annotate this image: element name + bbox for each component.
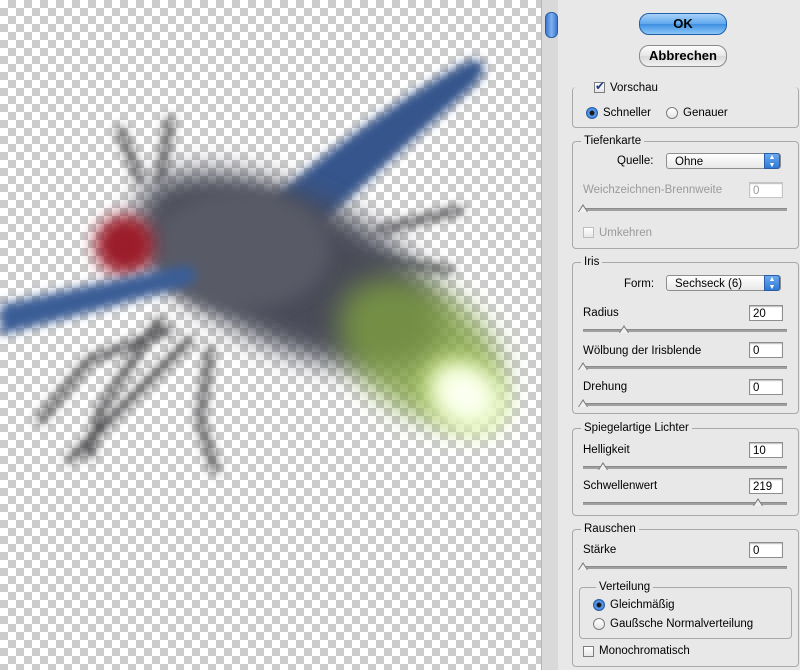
distribution-title: Verteilung [596, 580, 654, 594]
curvature-label: Wölbung der Irisblende [583, 345, 702, 357]
noise-group: Rauschen Stärke 0 Verteilung Gleichmäßig… [572, 522, 799, 667]
rotation-slider[interactable] [578, 399, 787, 407]
ok-button[interactable]: OK [639, 13, 727, 35]
radius-slider-thumb[interactable] [618, 325, 629, 333]
radio-gaussian[interactable] [593, 618, 605, 630]
monochromatic-checkbox[interactable] [583, 646, 594, 657]
iris-group: Iris Form: Sechseck (6) ▲ ▼ Radius 20 Wöl… [572, 255, 799, 414]
rotation-slider-thumb[interactable] [578, 399, 588, 407]
threshold-input[interactable]: 219 [749, 478, 783, 494]
shape-select[interactable]: Sechseck (6) ▲ ▼ [666, 275, 781, 291]
invert-label: Umkehren [599, 227, 653, 239]
brightness-label: Helligkeit [583, 444, 630, 456]
amount-slider[interactable] [578, 562, 787, 570]
cancel-button[interactable]: Abbrechen [639, 45, 727, 67]
radio-faster-label: Schneller [603, 107, 651, 119]
scrollbar-thumb[interactable] [545, 12, 558, 38]
preview-scrollbar[interactable] [541, 0, 558, 670]
brightness-slider-thumb[interactable] [598, 462, 609, 470]
brightness-slider[interactable] [583, 462, 787, 470]
brightness-input[interactable]: 10 [749, 442, 783, 458]
specular-group: Spiegelartige Lichter Helligkeit 10 Schw… [572, 421, 799, 516]
source-select-value: Ohne [675, 156, 704, 168]
focal-distance-input[interactable]: 0 [749, 182, 783, 198]
curvature-slider[interactable] [578, 362, 787, 370]
slider-thumb[interactable] [578, 204, 588, 212]
specular-title: Spiegelartige Lichter [581, 421, 692, 435]
source-select[interactable]: Ohne ▲ ▼ [666, 153, 781, 169]
depth-map-group: Tiefenkarte Quelle: Ohne ▲ ▼ Weichzeichne… [572, 134, 799, 249]
settings-panel: OK Abbrechen Vorschau Schneller Genauer … [559, 0, 800, 670]
noise-title: Rauschen [581, 522, 639, 536]
threshold-label: Schwellenwert [583, 480, 658, 492]
monochromatic-label: Monochromatisch [599, 645, 690, 657]
radius-slider[interactable] [583, 325, 787, 333]
chevron-updown-icon: ▲ ▼ [764, 275, 780, 291]
rotation-label: Drehung [583, 381, 628, 393]
threshold-slider[interactable] [583, 498, 787, 506]
curvature-input[interactable]: 0 [749, 342, 783, 358]
blurred-fly-image [0, 60, 517, 474]
threshold-slider-thumb[interactable] [753, 498, 764, 506]
focal-distance-slider[interactable] [578, 204, 787, 212]
chevron-updown-icon: ▲ ▼ [764, 153, 780, 169]
radio-uniform-label: Gleichmäßig [610, 599, 675, 611]
amount-input[interactable]: 0 [749, 542, 783, 558]
radio-accurate-label: Genauer [683, 107, 728, 119]
curvature-slider-thumb[interactable] [578, 362, 588, 370]
radio-gaussian-label: Gaußsche Normalverteilung [610, 618, 754, 630]
radio-accurate[interactable] [666, 107, 678, 119]
amount-label: Stärke [583, 544, 617, 556]
preview-label: Vorschau [610, 82, 658, 94]
shape-select-value: Sechseck (6) [675, 278, 743, 290]
depth-map-title: Tiefenkarte [581, 134, 645, 148]
distribution-group: Verteilung Gleichmäßig Gaußsche Normalve… [579, 580, 792, 639]
iris-title: Iris [581, 255, 603, 269]
amount-slider-thumb[interactable] [578, 562, 588, 570]
shape-label: Form: [624, 278, 655, 290]
radius-input[interactable]: 20 [749, 305, 783, 321]
radius-label: Radius [583, 307, 619, 319]
radio-uniform[interactable] [593, 599, 605, 611]
rotation-input[interactable]: 0 [749, 379, 783, 395]
preview-group: Vorschau Schneller Genauer [572, 79, 799, 128]
invert-checkbox[interactable] [583, 227, 594, 238]
preview-canvas[interactable] [0, 0, 558, 670]
focal-distance-label: Weichzeichnen-Brennweite [583, 184, 723, 196]
preview-checkbox[interactable] [594, 79, 605, 93]
radio-faster[interactable] [586, 107, 598, 119]
source-label: Quelle: [617, 155, 654, 167]
